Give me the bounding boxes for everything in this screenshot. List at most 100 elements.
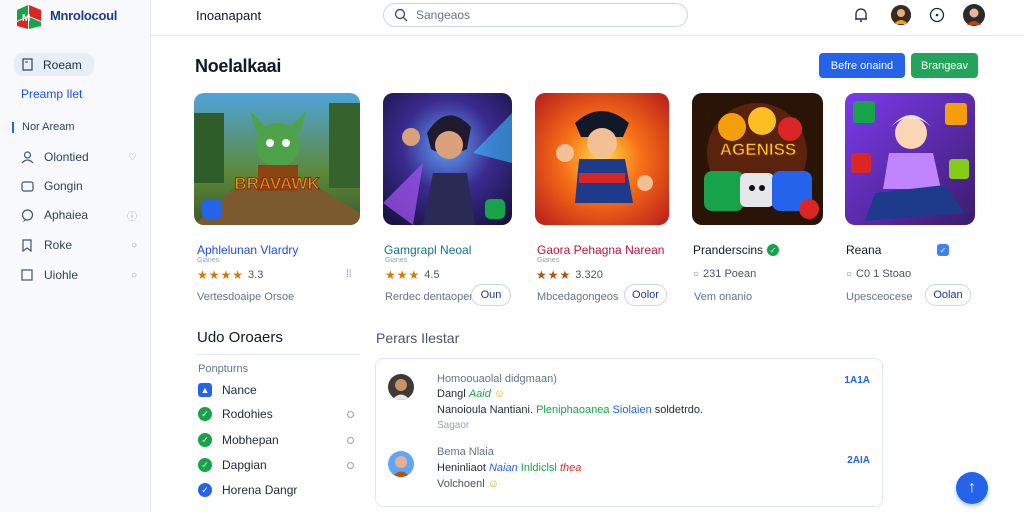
activity-link[interactable]: Pleniphaoanea: [536, 404, 609, 416]
divider: [196, 354, 359, 355]
task-label: Mobhepan: [222, 433, 279, 447]
radio-icon[interactable]: [347, 410, 354, 418]
search-placeholder: Sangeaos: [416, 8, 471, 22]
activity-title: Perars Ilestar: [376, 330, 460, 346]
bell-icon[interactable]: [852, 6, 870, 24]
primary-button[interactable]: Befre onaind: [819, 53, 905, 78]
section-marker: [12, 121, 14, 133]
search-icon: [394, 8, 408, 22]
card-action-button[interactable]: Oolan: [925, 284, 971, 306]
chat-icon: [20, 208, 34, 222]
activity-link[interactable]: Siolaien: [613, 404, 652, 416]
panel-subtitle: Ponpturns: [198, 363, 249, 375]
platform-badge-icon: [485, 199, 505, 219]
game-thumbnail[interactable]: BRAVAWK: [194, 93, 360, 225]
task-item[interactable]: ✓ Horena Dangr: [198, 481, 358, 499]
task-label: Nance: [222, 383, 257, 397]
app-root: M Mnrolocoul Roeam Preamp Ilet Nor Aream…: [0, 0, 1024, 512]
game-card-5[interactable]: Reana ✓ ○ C0 1 Stoao Upesceocese Oolan: [845, 93, 975, 306]
card-title[interactable]: Reana: [846, 243, 881, 257]
card-title[interactable]: Pranderscins ✓: [693, 243, 780, 257]
card-title[interactable]: Gaora Pehagna Narean: [537, 243, 664, 257]
activity-highlight: Aaid: [468, 388, 491, 400]
game-card-1[interactable]: BRAVAWK Aphlelunan Vlardry Gianes ★★★★ 3…: [194, 93, 360, 303]
rating-value: 4.5: [424, 269, 440, 281]
game-card-2[interactable]: Gamgrapl Neoal Gianes ★★★ 4.5 Rerdec den…: [383, 93, 512, 306]
card-subtitle: Gianes: [537, 257, 560, 264]
radio-icon[interactable]: [347, 461, 354, 469]
game-thumbnail[interactable]: [535, 93, 669, 225]
heart-icon[interactable]: ♡: [128, 152, 137, 163]
card-rating: ○ 231 Poean: [693, 268, 756, 280]
sidebar-item-3[interactable]: Roke ○: [20, 235, 145, 255]
activity-time: 2AIA: [847, 455, 870, 466]
activity-text: Nanoioula Nantiani.: [437, 404, 534, 416]
sidebar-item-0[interactable]: Olontied ♡: [20, 147, 145, 167]
activity-link[interactable]: Naian: [489, 462, 518, 474]
task-item[interactable]: ✓ Mobhepan: [198, 431, 358, 449]
sidebar-item-2[interactable]: Aphaiea ⓘ: [20, 205, 145, 225]
thumb-text: AGENISS: [720, 140, 797, 159]
task-item[interactable]: ▲ Nance: [198, 381, 358, 399]
card-title-text: Pranderscins: [693, 243, 764, 257]
avatar[interactable]: [388, 451, 414, 477]
activity-line: Nanoioula Nantiani. Pleniphaoanea Siolai…: [437, 404, 703, 416]
panel-title: Udo Oroaers: [197, 329, 283, 346]
search-input[interactable]: Sangeaos: [383, 3, 688, 27]
task-item[interactable]: ✓ Dapgian: [198, 456, 358, 474]
card-meta: Upesceocese: [846, 291, 913, 303]
task-item[interactable]: ✓ Rodohies: [198, 405, 358, 423]
clock-icon: ○: [693, 268, 700, 280]
check-icon: ✓: [198, 407, 212, 421]
sidebar-item-home[interactable]: Roeam: [14, 53, 94, 76]
info-icon[interactable]: ⓘ: [127, 208, 137, 223]
circle-icon[interactable]: ○: [131, 270, 137, 281]
more-icon[interactable]: ⁞⁞: [346, 269, 352, 280]
activity-line: Heninliaot Naian Inldiclsl thea: [437, 462, 581, 474]
check-icon: ✓: [198, 433, 212, 447]
brand-name: Mnrolocoul: [50, 8, 118, 23]
arrow-up-icon: ↑: [968, 479, 976, 496]
sidebar-item-label: Uiohle: [44, 268, 79, 282]
platform-badge-icon: [202, 199, 222, 219]
card-action-button[interactable]: Oun: [471, 284, 511, 306]
task-label: Horena Dangr: [222, 483, 298, 497]
activity-time: 1A1A: [844, 375, 870, 386]
section-label: Nor Aream: [22, 121, 75, 133]
sidebar-section-header: Nor Aream: [12, 121, 75, 133]
user-avatar-icon[interactable]: [891, 5, 911, 25]
card-title[interactable]: Gamgrapl Neoal: [384, 243, 471, 257]
rating-value: 231 Poean: [703, 268, 757, 280]
app-logo-icon[interactable]: M: [14, 4, 44, 30]
game-thumbnail[interactable]: [383, 93, 512, 225]
card-title[interactable]: Aphlelunan Vlardry: [197, 243, 298, 257]
activity-header: Homoouaolal didgmaan): [437, 373, 557, 385]
activity-feed: Homoouaolal didgmaan) Dangl Aaid ☺ Nanoi…: [375, 358, 883, 507]
circle-icon[interactable]: ○: [131, 240, 137, 251]
sidebar-item-4[interactable]: Uiohle ○: [20, 265, 145, 285]
card-subtitle: Gianes: [385, 257, 408, 264]
game-card-3[interactable]: Gaora Pehagna Narean Gianes ★★★ 3.320 Mb…: [535, 93, 669, 306]
game-card-4[interactable]: AGENISS Pranderscins ✓ ○ 231 Poean Vem o…: [692, 93, 823, 303]
sidebar-link[interactable]: Preamp Ilet: [21, 87, 82, 101]
avatar[interactable]: [388, 374, 414, 400]
scroll-up-button[interactable]: ↑: [956, 472, 988, 504]
clock-icon[interactable]: [928, 6, 946, 24]
page-icon: [22, 58, 33, 71]
card-meta: Mbcedagongeos: [537, 291, 619, 303]
sidebar-item-1[interactable]: Gongin: [20, 176, 145, 196]
profile-avatar-icon[interactable]: [963, 4, 985, 26]
game-thumbnail[interactable]: [845, 93, 975, 225]
check-icon: ✓: [198, 458, 212, 472]
header-title: Inoanapant: [196, 8, 262, 23]
bookmark-icon: [20, 238, 34, 252]
thumbs-up-icon: ▲: [198, 383, 212, 397]
card-action-button[interactable]: Oolor: [624, 284, 667, 306]
secondary-button[interactable]: Brangeav: [911, 53, 978, 78]
clock-icon: ○: [846, 268, 853, 280]
radio-icon[interactable]: [347, 436, 354, 444]
activity-link[interactable]: Inldiclsl: [521, 462, 557, 474]
game-thumbnail[interactable]: AGENISS: [692, 93, 823, 225]
emoji-icon: ☺: [493, 388, 506, 400]
activity-text: Heninliaot: [437, 462, 486, 474]
